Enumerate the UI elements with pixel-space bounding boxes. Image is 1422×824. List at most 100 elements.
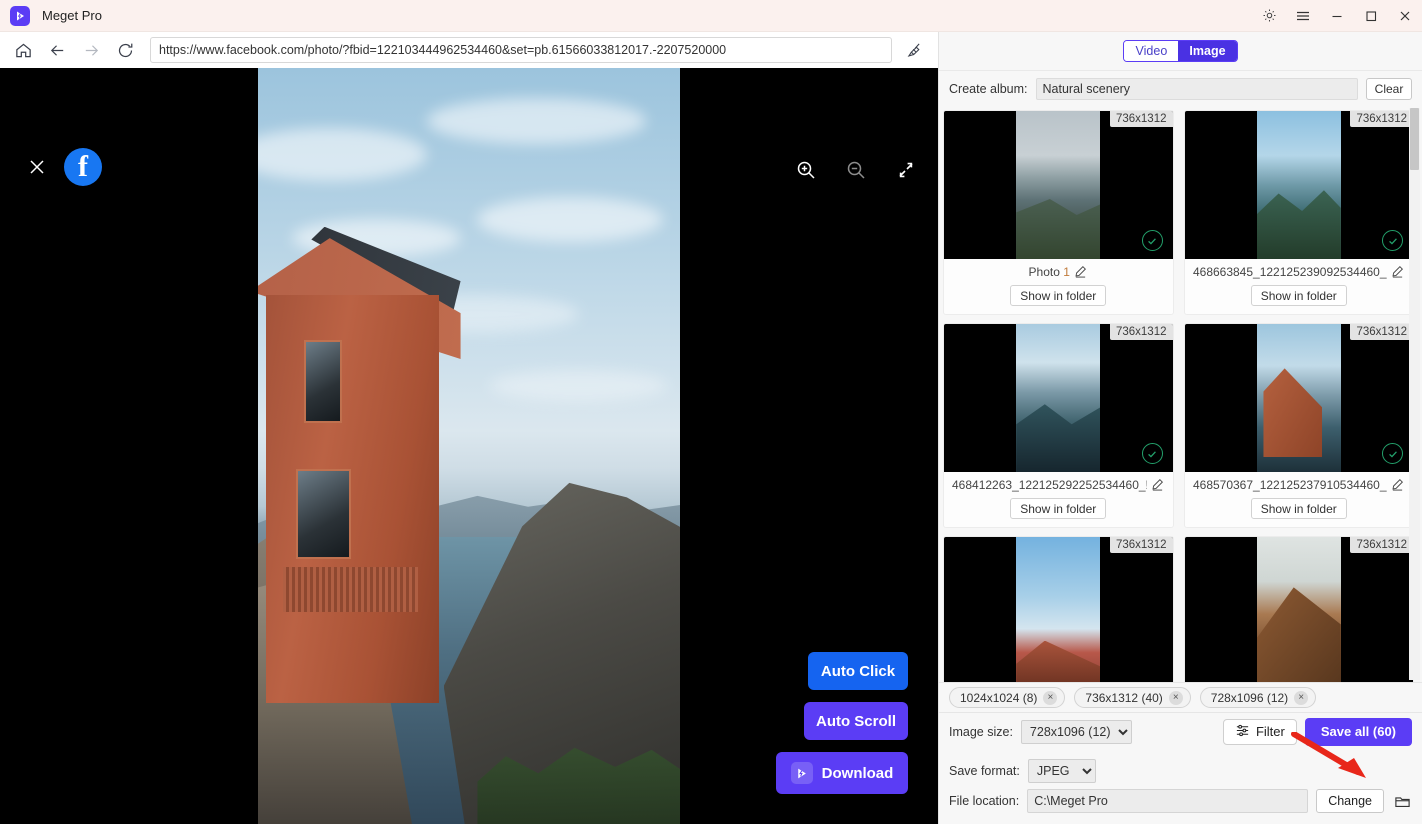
home-icon[interactable] [6, 35, 40, 65]
thumbnail-image[interactable]: 736x1312 [1184, 537, 1413, 682]
filter-button[interactable]: Filter [1222, 718, 1297, 745]
filter-button-label: Filter [1255, 724, 1285, 739]
thumbnail-card[interactable]: 736x1312 [1183, 536, 1414, 682]
chip-remove-icon[interactable]: × [1294, 690, 1309, 705]
download-panel: Video Image Create album: Clear 736x1312 [938, 32, 1422, 824]
viewer-zoom-tools [794, 158, 918, 182]
card-actions: Show in folder [1185, 285, 1414, 314]
forward-arrow-icon[interactable] [74, 35, 108, 65]
card-meta: Photo 1 [944, 259, 1173, 285]
pencil-edit-icon[interactable] [1391, 265, 1405, 279]
zoom-in-icon[interactable] [794, 158, 818, 182]
minimize-icon[interactable] [1320, 0, 1354, 32]
card-actions: Show in folder [1185, 498, 1414, 527]
card-meta: 468412263_122125292252534460_! [944, 472, 1173, 498]
pencil-edit-icon[interactable] [1074, 265, 1088, 279]
auto-scroll-button[interactable]: Auto Scroll [804, 702, 908, 740]
size-chip[interactable]: 736x1312 (40) × [1074, 687, 1191, 708]
image-size-select[interactable]: 1024x1024 (8)736x1312 (40)728x1096 (12) [1020, 719, 1132, 744]
reload-icon[interactable] [108, 35, 142, 65]
selected-check-icon[interactable] [1141, 443, 1163, 464]
card-actions: Show in folder [944, 285, 1173, 314]
file-location-input[interactable] [1027, 789, 1309, 813]
maximize-icon[interactable] [1354, 0, 1388, 32]
save-format-select[interactable]: JPEGPNGWEBP [1027, 759, 1096, 783]
sliders-filter-icon [1235, 723, 1250, 741]
hamburger-menu-icon[interactable] [1286, 0, 1320, 32]
change-location-button[interactable]: Change [1316, 789, 1384, 813]
card-actions: Show in folder [944, 498, 1173, 527]
download-button[interactable]: Download [776, 752, 908, 794]
chip-remove-icon[interactable]: × [1043, 690, 1058, 705]
thumbnail-image[interactable]: 736x1312 [944, 537, 1173, 682]
show-in-folder-button[interactable]: Show in folder [1010, 285, 1107, 306]
file-location-label: File location: [949, 794, 1020, 808]
dimension-badge: 736x1312 [1109, 537, 1173, 553]
album-name-input[interactable] [1035, 77, 1358, 100]
selected-check-icon[interactable] [1382, 230, 1403, 251]
image-size-row: Image size: 1024x1024 (8)736x1312 (40)72… [939, 712, 1422, 750]
save-format-label: Save format: [949, 764, 1020, 778]
thumbnail-image[interactable]: 736x1312 [944, 111, 1173, 259]
card-filename: 468412263_122125292252534460_! [952, 478, 1147, 492]
grid-scrollbar-thumb[interactable] [1410, 108, 1419, 170]
zoom-out-icon[interactable] [844, 158, 868, 182]
thumbnail-card[interactable]: 736x1312 468412263_122125292252534460_! [943, 323, 1174, 528]
pencil-edit-icon[interactable] [1391, 478, 1405, 492]
file-location-row: File location: Change [949, 786, 1412, 816]
save-all-button[interactable]: Save all (60) [1304, 717, 1412, 746]
main-body: f [0, 32, 1422, 824]
dimension-badge: 736x1312 [1109, 111, 1173, 127]
size-chip-label: 1024x1024 (8) [960, 690, 1038, 705]
thumbnail-card[interactable]: 736x1312 468570367_122125237910534460_ S… [1183, 323, 1414, 528]
folder-open-icon[interactable] [1392, 791, 1412, 811]
app-logo-icon [10, 5, 30, 26]
thumbnail-grid-scroll[interactable]: 736x1312 Photo 1 Show in folder 736x1312… [939, 106, 1422, 682]
card-filename: 468663845_122125239092534460_ [1192, 265, 1387, 279]
thumbnail-image[interactable]: 736x1312 [944, 324, 1173, 472]
clear-button[interactable]: Clear [1366, 77, 1412, 100]
settings-gear-icon[interactable] [1252, 0, 1286, 32]
thumbnail-image[interactable]: 736x1312 [1184, 111, 1413, 259]
browser-pane: f [0, 32, 938, 824]
save-settings-block: Save format: JPEGPNGWEBP File location: … [939, 732, 1422, 824]
selected-check-icon[interactable] [1141, 230, 1163, 251]
tab-image[interactable]: Image [1178, 41, 1237, 61]
card-meta: 468663845_122125239092534460_ [1185, 259, 1414, 285]
broom-clean-icon[interactable] [898, 35, 932, 65]
size-chip[interactable]: 1024x1024 (8) × [949, 687, 1066, 708]
collapse-arrows-icon[interactable] [894, 158, 918, 182]
back-arrow-icon[interactable] [40, 35, 74, 65]
show-in-folder-button[interactable]: Show in folder [1250, 285, 1347, 306]
photo-image [258, 68, 680, 824]
pencil-edit-icon[interactable] [1151, 478, 1165, 492]
media-type-toggle: Video Image [1123, 40, 1238, 62]
show-in-folder-button[interactable]: Show in folder [1010, 498, 1107, 519]
thumbnail-image[interactable]: 736x1312 [1184, 324, 1413, 472]
download-logo-icon [790, 762, 813, 784]
image-size-label: Image size: [949, 724, 1013, 739]
facebook-logo-icon: f [64, 148, 102, 186]
size-chip[interactable]: 728x1096 (12) × [1199, 687, 1317, 708]
show-in-folder-button[interactable]: Show in folder [1250, 498, 1347, 519]
thumbnail-card[interactable]: 736x1312 Photo 1 Show in folder [943, 110, 1174, 315]
thumbnail-card[interactable]: 736x1312 468663845_122125239092534460_ S… [1183, 110, 1414, 315]
close-icon[interactable] [1388, 0, 1422, 32]
card-filename: Photo 1 [1028, 265, 1070, 279]
download-button-label: Download [821, 764, 894, 782]
create-album-row: Create album: Clear [939, 70, 1422, 106]
url-input[interactable] [150, 37, 892, 63]
url-bar-wrapper [150, 37, 892, 63]
chip-remove-icon[interactable]: × [1168, 690, 1183, 705]
viewer-close-icon[interactable] [24, 154, 50, 180]
card-filename: 468570367_122125237910534460_ [1192, 478, 1387, 492]
grid-scrollbar[interactable] [1409, 108, 1420, 680]
size-chip-label: 736x1312 (40) [1085, 690, 1163, 705]
panel-tabs: Video Image [939, 32, 1422, 70]
tab-video[interactable]: Video [1124, 41, 1179, 61]
selected-check-icon[interactable] [1382, 443, 1403, 464]
thumbnail-card[interactable]: 736x1312 [943, 536, 1174, 682]
dimension-badge: 736x1312 [1350, 111, 1413, 127]
auto-click-button[interactable]: Auto Click [808, 652, 908, 690]
viewer-photo [258, 68, 680, 824]
